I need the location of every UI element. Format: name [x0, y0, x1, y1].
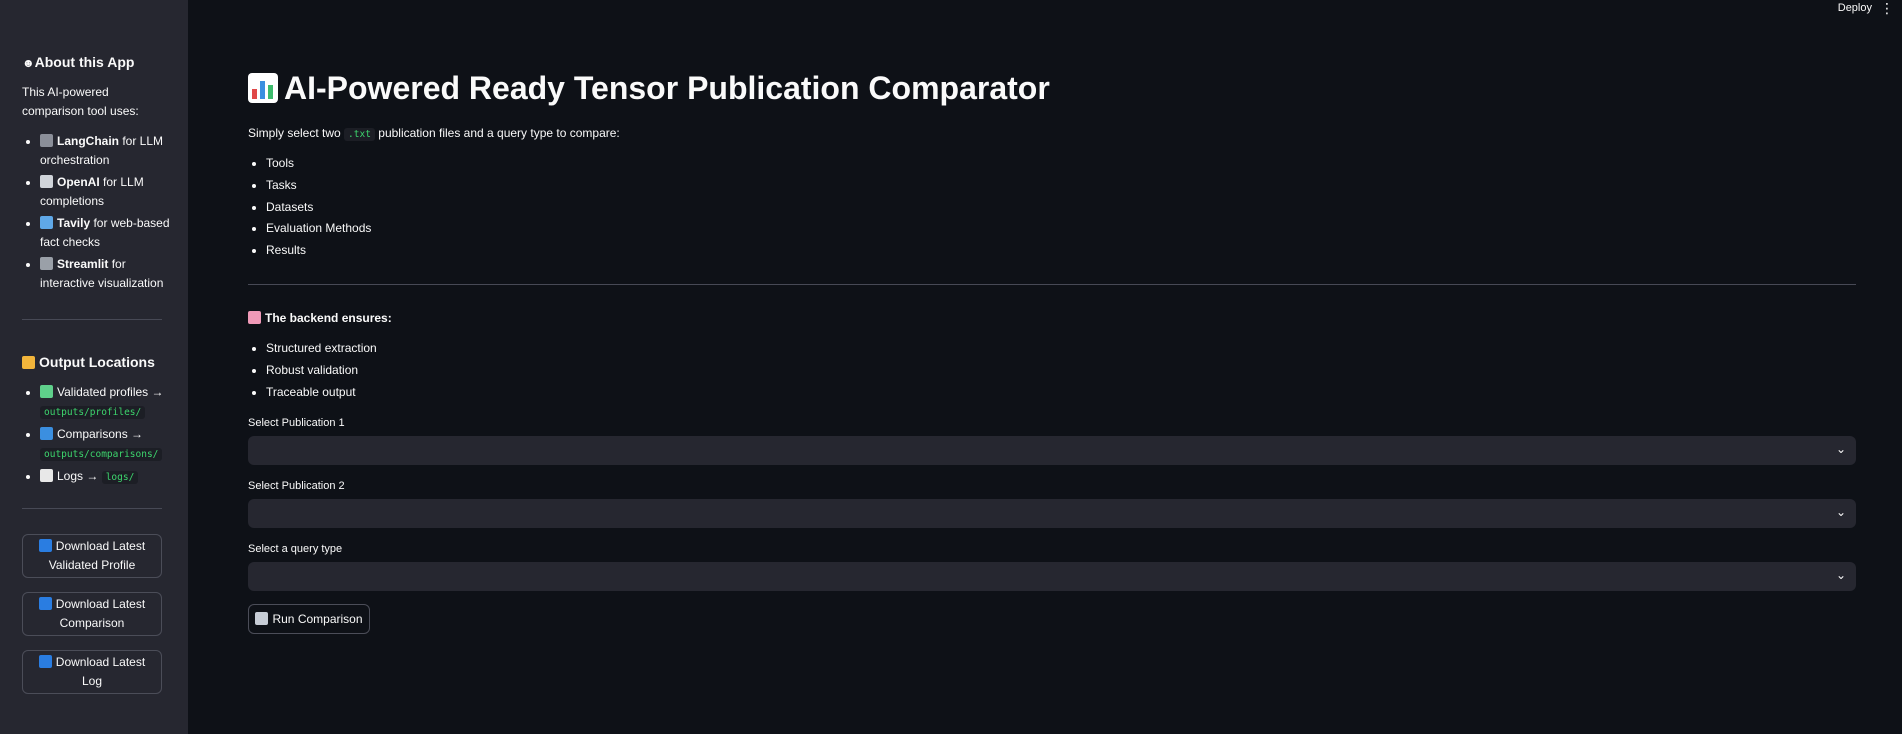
more-menu-icon[interactable]: ⋮: [1880, 0, 1894, 17]
speech-bubble-icon: [40, 175, 53, 188]
chevron-down-icon: ⌄: [1835, 442, 1846, 456]
list-item: OpenAI for LLM completions: [40, 173, 180, 211]
magnifier-icon: [40, 216, 53, 229]
info-icon: [38, 655, 52, 668]
document-icon: [40, 469, 53, 482]
profiles-path: outputs/profiles/: [40, 406, 146, 419]
bar-chart-icon: [248, 73, 278, 103]
list-item: Logs → logs/: [40, 467, 190, 487]
outputs-list: Validated profiles → outputs/profiles/ C…: [22, 383, 190, 490]
download-comparison-button[interactable]: Download Latest Comparison: [22, 592, 162, 636]
backend-heading: The backend ensures:: [248, 311, 392, 325]
comparisons-path: outputs/comparisons/: [40, 448, 163, 461]
link-icon: [40, 134, 53, 147]
list-item: Datasets: [266, 197, 371, 219]
publication-1-select[interactable]: ⌄: [248, 436, 1856, 465]
list-item: Tasks: [266, 175, 371, 197]
list-item: Tools: [266, 153, 371, 175]
list-item: Comparisons → outputs/comparisons/: [40, 425, 190, 464]
sidebar: ☻About this App This AI-powered comparis…: [0, 0, 188, 734]
about-intro: This AI-powered comparison tool uses:: [22, 85, 139, 118]
folder-icon: [22, 356, 35, 369]
list-item: LangChain for LLM orchestration: [40, 132, 180, 170]
output-heading: Output Locations: [22, 354, 155, 370]
chevron-down-icon: ⌄: [1835, 568, 1846, 582]
intro-text: Simply select two .txt publication files…: [248, 126, 620, 141]
phone-icon: [40, 257, 53, 270]
chevron-down-icon: ⌄: [1835, 505, 1846, 519]
main-content: Deploy ⋮ AI-Powered Ready Tensor Publica…: [188, 0, 1902, 734]
select-publication-2-label: Select Publication 2: [248, 480, 345, 492]
brain-icon: [248, 311, 261, 324]
deploy-button[interactable]: Deploy: [1838, 2, 1872, 14]
tools-list: LangChain for LLM orchestration OpenAI f…: [22, 132, 180, 296]
download-log-button[interactable]: Download Latest Log: [22, 650, 162, 694]
publication-2-select[interactable]: ⌄: [248, 499, 1856, 528]
logs-path: logs/: [101, 471, 139, 484]
smiley-icon: ☻: [22, 56, 35, 70]
download-profile-button[interactable]: Download Latest Validated Profile: [22, 534, 162, 578]
backend-list: Structured extraction Robust validation …: [248, 338, 377, 403]
list-item: Traceable output: [266, 382, 377, 404]
refresh-icon: [40, 427, 53, 440]
list-item: Tavily for web-based fact checks: [40, 214, 180, 252]
select-publication-1-label: Select Publication 1: [248, 417, 345, 429]
txt-code: .txt: [344, 128, 375, 141]
divider: [22, 508, 162, 509]
about-heading: ☻About this App: [22, 54, 135, 70]
run-comparison-button[interactable]: Run Comparison: [248, 604, 370, 634]
page-title: AI-Powered Ready Tensor Publication Comp…: [248, 70, 1050, 107]
info-icon: [38, 539, 52, 552]
list-item: Streamlit for interactive visualization: [40, 255, 180, 293]
query-type-list: Tools Tasks Datasets Evaluation Methods …: [248, 153, 371, 262]
select-query-type-label: Select a query type: [248, 543, 343, 555]
list-item: Structured extraction: [266, 338, 377, 360]
query-type-select[interactable]: ⌄: [248, 562, 1856, 591]
list-item: Results: [266, 240, 371, 262]
list-item: Validated profiles → outputs/profiles/: [40, 383, 190, 422]
info-icon: [38, 597, 52, 610]
divider: [22, 319, 162, 320]
divider: [248, 284, 1856, 285]
list-item: Robust validation: [266, 360, 377, 382]
rocket-icon: [255, 612, 269, 625]
list-item: Evaluation Methods: [266, 218, 371, 240]
test-tube-icon: [40, 385, 53, 398]
